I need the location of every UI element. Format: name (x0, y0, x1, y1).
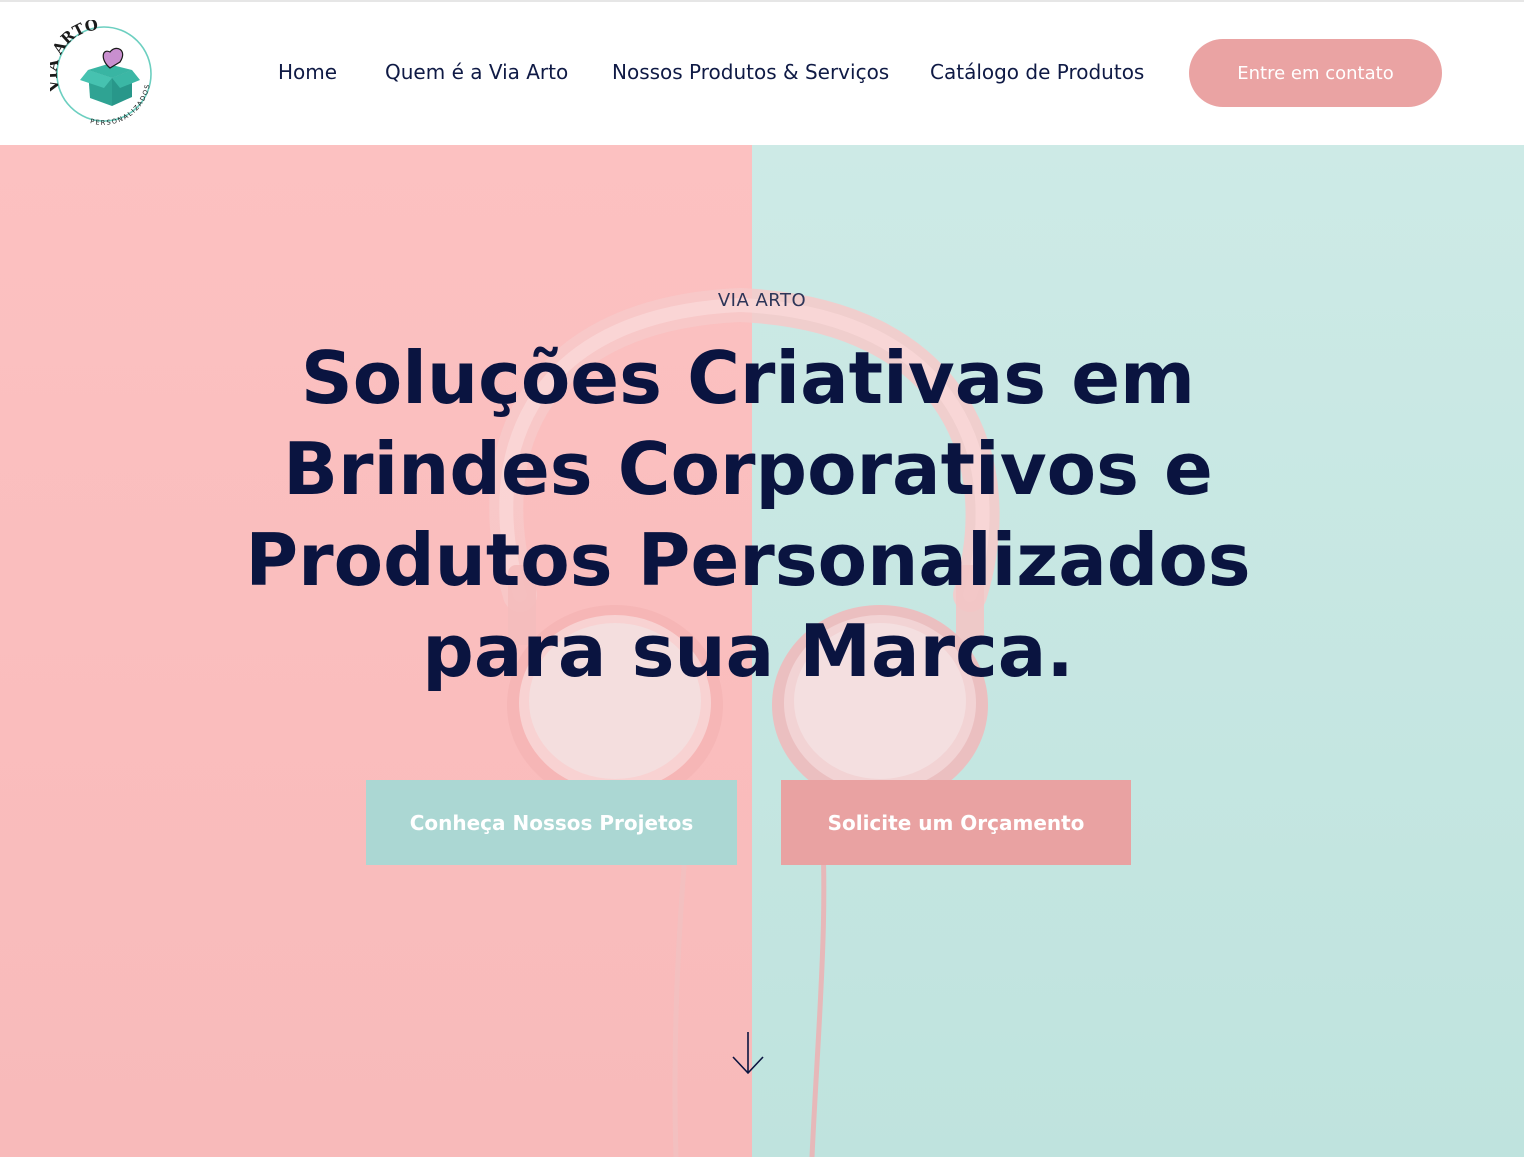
logo-graphic: VIA ARTO PERSONALIZADOS (43, 15, 152, 127)
projects-button[interactable]: Conheça Nossos Projetos (366, 780, 737, 865)
page: VIA ARTO PERSONALIZADOS Home Quem é a Vi… (0, 0, 1524, 1157)
quote-button[interactable]: Solicite um Orçamento (781, 780, 1131, 865)
nav-about[interactable]: Quem é a Via Arto (385, 57, 568, 87)
nav-catalog[interactable]: Catálogo de Produtos (930, 57, 1144, 87)
contact-button[interactable]: Entre em contato (1189, 39, 1442, 107)
hero-section: VIA ARTO Soluções Criativas em Brindes C… (0, 145, 1524, 1157)
hero-eyebrow: VIA ARTO (717, 290, 807, 311)
logo[interactable]: VIA ARTO PERSONALIZADOS (43, 15, 158, 128)
hero-headline: Soluções Criativas em Brindes Corporativ… (245, 336, 1251, 693)
site-header: VIA ARTO PERSONALIZADOS Home Quem é a Vi… (0, 0, 1524, 145)
nav-products-services[interactable]: Nossos Produtos & Serviços (612, 57, 889, 87)
arrow-down-icon[interactable] (730, 1030, 766, 1076)
nav-home[interactable]: Home (278, 57, 337, 87)
